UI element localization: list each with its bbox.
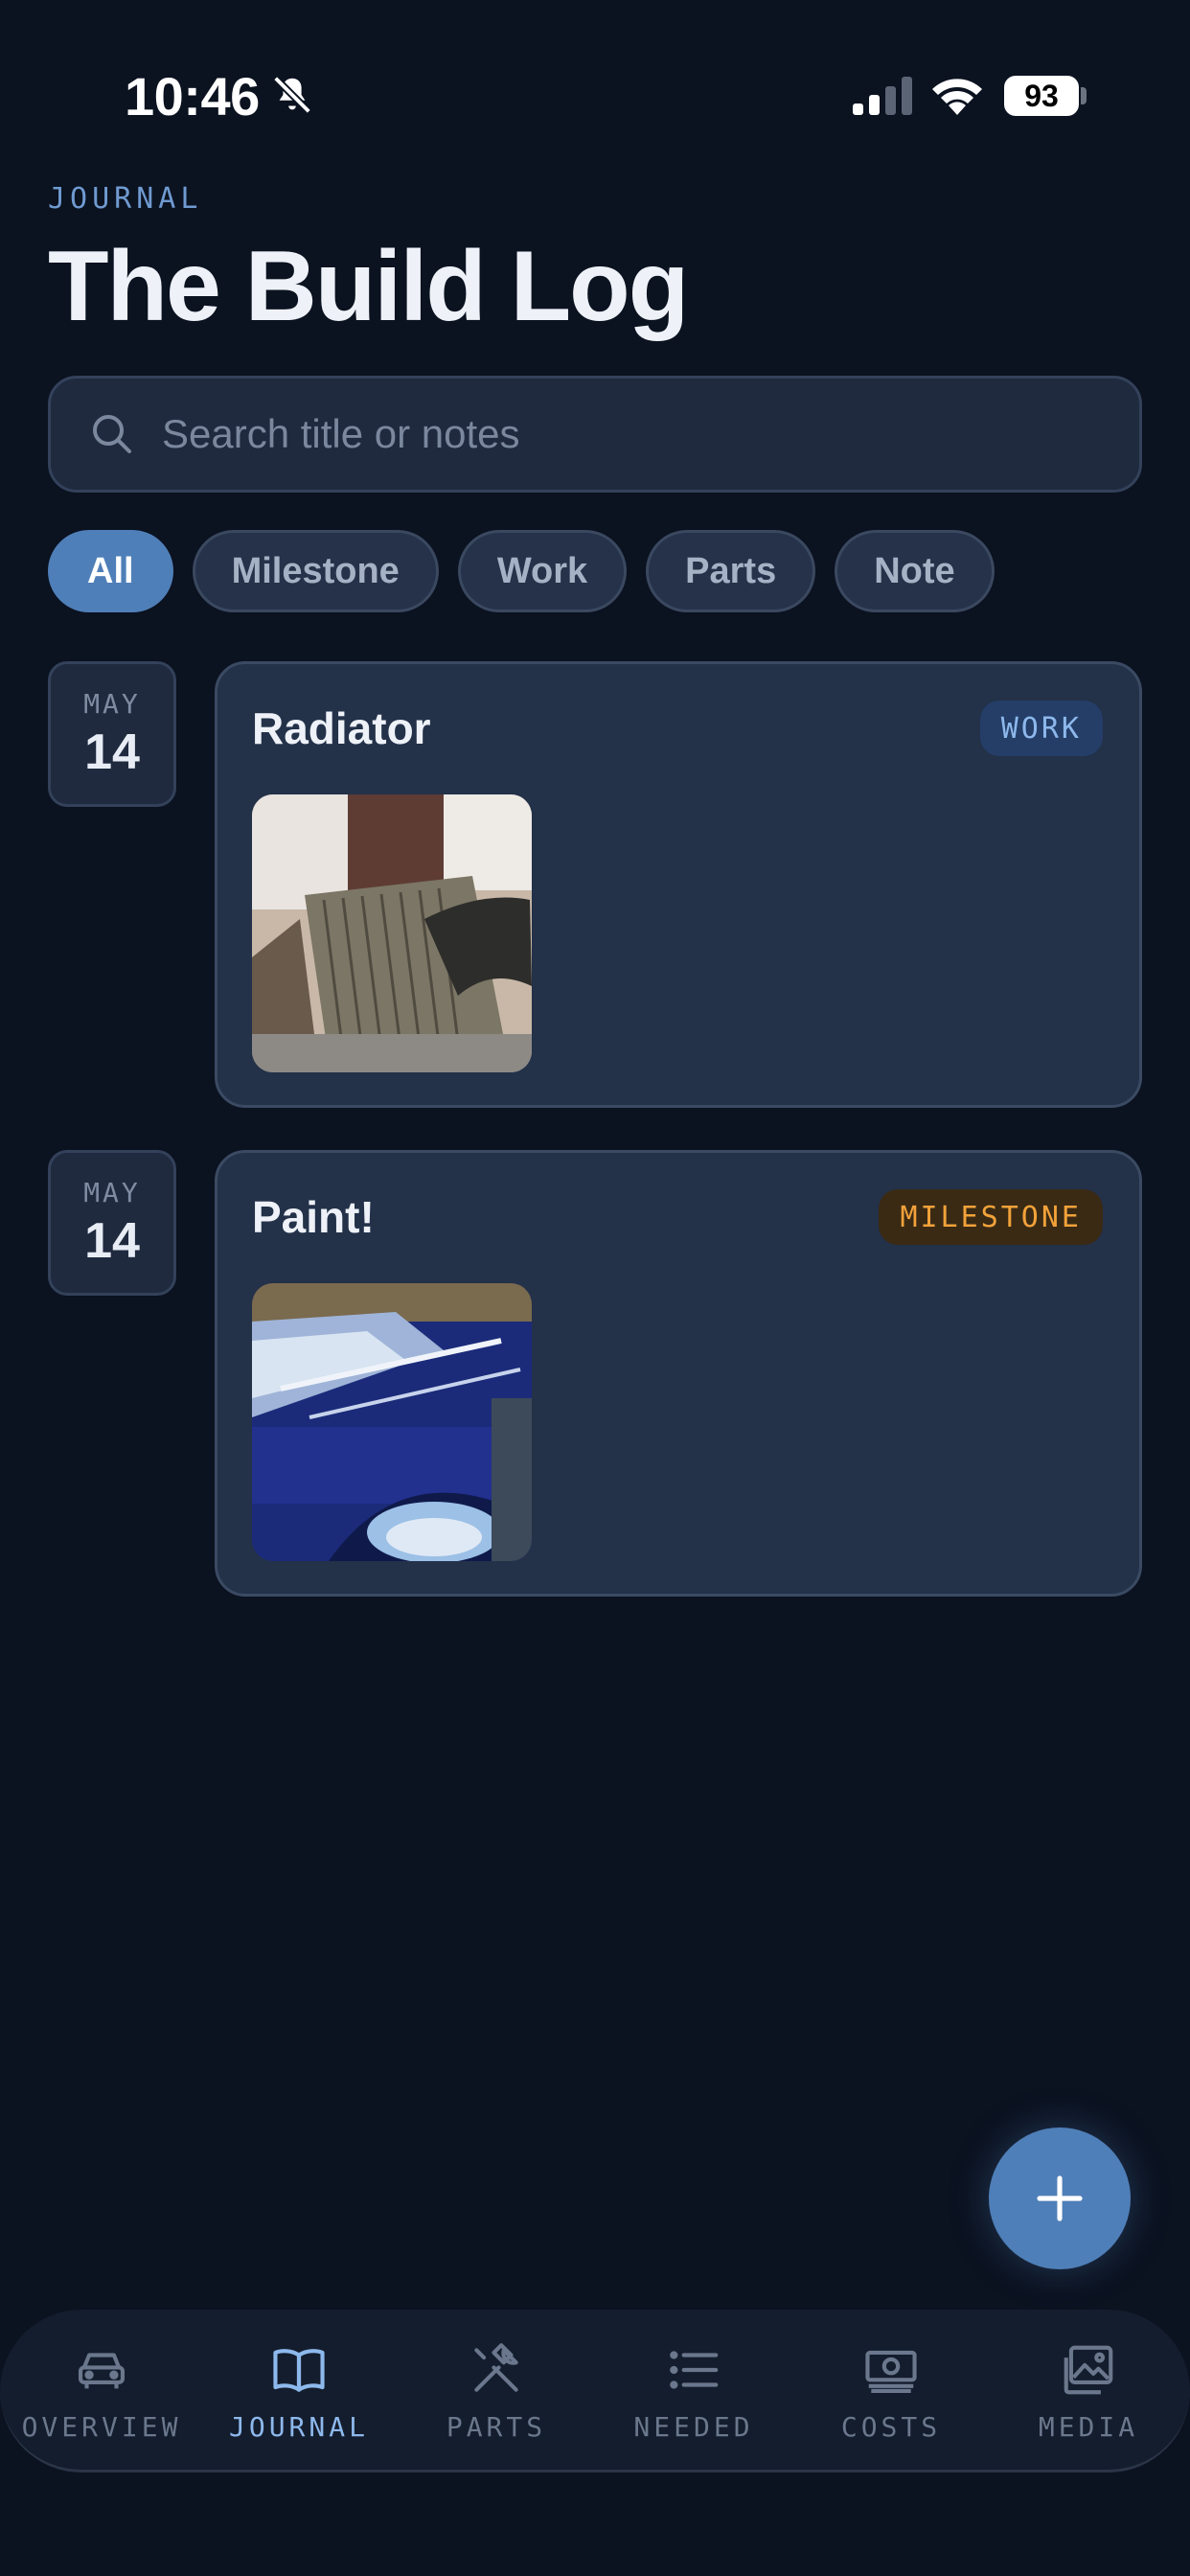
tab-needed[interactable]: NEEDED	[595, 2310, 792, 2472]
wifi-icon	[932, 79, 982, 115]
entry-title: Radiator	[252, 703, 431, 753]
filter-chip-all[interactable]: All	[48, 530, 173, 612]
entry-month: MAY	[83, 1176, 141, 1208]
entry-day: 14	[84, 1212, 140, 1269]
entry-date-badge: MAY 14	[48, 661, 176, 807]
journal-entry-card[interactable]: Radiator WORK	[215, 661, 1142, 1108]
status-time: 10:46	[125, 66, 260, 126]
tools-icon	[474, 2342, 518, 2392]
tab-label: PARTS	[446, 2410, 547, 2443]
list-icon	[670, 2350, 719, 2389]
entry-tag-badge: WORK	[979, 701, 1103, 756]
add-entry-button[interactable]	[989, 2128, 1131, 2269]
journal-entry-card[interactable]: Paint! MILESTONE	[215, 1150, 1142, 1597]
bottom-tab-bar: OVERVIEW JOURNAL PARTS NEEDED COSTS MEDI…	[0, 2310, 1190, 2472]
tab-label: JOURNAL	[228, 2410, 369, 2443]
tab-label: NEEDED	[633, 2410, 754, 2443]
car-icon	[78, 2352, 126, 2388]
filter-chip-note[interactable]: Note	[835, 530, 995, 612]
blue-car-paint-photo[interactable]	[252, 1283, 532, 1561]
tab-journal[interactable]: JOURNAL	[200, 2310, 398, 2472]
filter-chips: All Milestone Work Parts Note	[48, 530, 995, 612]
tab-parts[interactable]: PARTS	[398, 2310, 595, 2472]
filter-chip-parts[interactable]: Parts	[646, 530, 816, 612]
entry-day: 14	[84, 724, 140, 780]
search-icon	[93, 415, 131, 453]
tab-label: MEDIA	[1038, 2410, 1139, 2443]
battery-indicator: 93	[1004, 76, 1079, 116]
search-input[interactable]	[162, 411, 1139, 457]
filter-chip-milestone[interactable]: Milestone	[192, 530, 439, 612]
cellular-signal-icon	[853, 77, 912, 115]
entry-month: MAY	[83, 687, 141, 720]
entry-title: Paint!	[252, 1192, 375, 1242]
filter-chip-work[interactable]: Work	[457, 530, 628, 612]
tab-label: OVERVIEW	[21, 2410, 182, 2443]
images-icon	[1064, 2345, 1113, 2394]
cash-icon	[865, 2350, 917, 2393]
tab-overview[interactable]: OVERVIEW	[3, 2310, 200, 2472]
radiator-photo[interactable]	[252, 794, 532, 1072]
section-eyebrow: JOURNAL	[48, 182, 203, 216]
entry-date-badge: MAY 14	[48, 1150, 176, 1296]
bell-slash-icon	[273, 76, 311, 114]
page-title: The Build Log	[48, 231, 689, 342]
tab-costs[interactable]: COSTS	[792, 2310, 990, 2472]
battery-tip	[1081, 87, 1087, 104]
tab-media[interactable]: MEDIA	[990, 2310, 1187, 2472]
entry-tag-badge: MILESTONE	[879, 1189, 1103, 1245]
search-bar[interactable]	[48, 376, 1142, 493]
book-open-icon	[273, 2348, 325, 2392]
tab-label: COSTS	[840, 2410, 942, 2443]
plus-icon	[1037, 2175, 1083, 2221]
